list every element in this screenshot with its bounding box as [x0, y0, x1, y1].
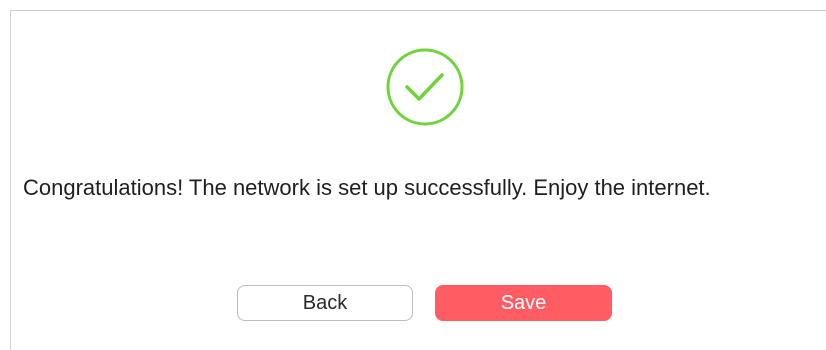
checkmark-circle-icon — [386, 48, 464, 126]
save-button[interactable]: Save — [435, 285, 612, 321]
setup-complete-panel: Congratulations! The network is set up s… — [10, 10, 826, 350]
back-button[interactable]: Back — [237, 285, 413, 321]
success-message: Congratulations! The network is set up s… — [23, 175, 711, 200]
